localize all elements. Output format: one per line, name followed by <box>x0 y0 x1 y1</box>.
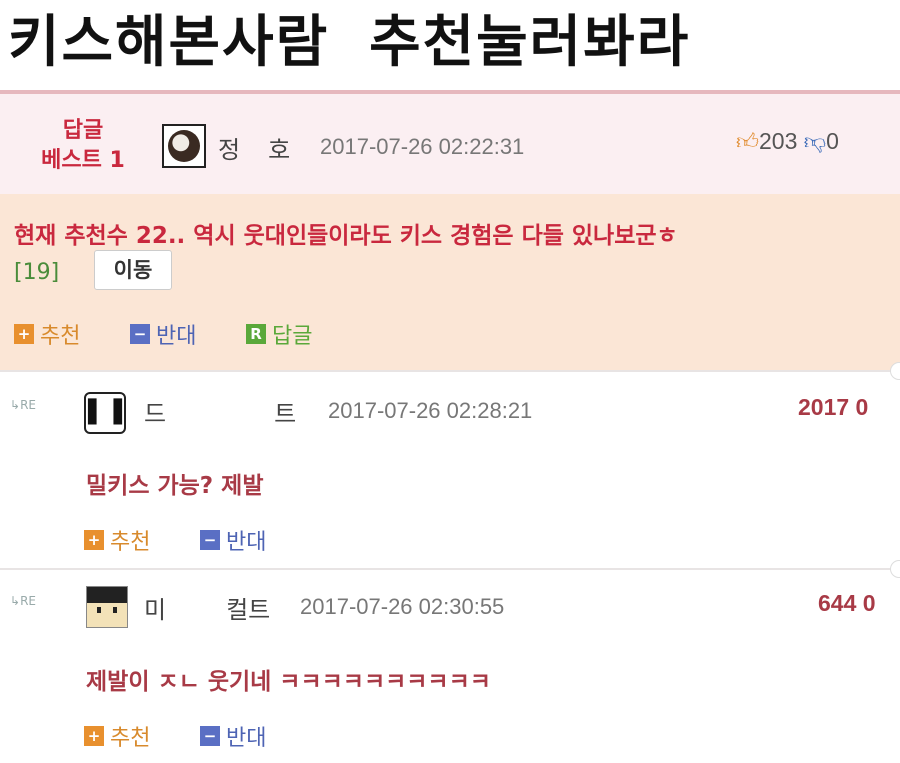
nickname-first: 정 <box>218 136 241 164</box>
re-label: RE <box>20 594 36 608</box>
author-nickname[interactable]: 미 컬트 <box>144 590 270 625</box>
reply-text: 제발이 ㅈㄴ 웃기네 ㅋㅋㅋㅋㅋㅋㅋㅋㅋㅋ <box>86 669 491 695</box>
post-date: 2017-07-26 02:22:31 <box>320 134 525 159</box>
oppose-button[interactable]: − 반대 <box>200 524 266 556</box>
reply-label: 답글 <box>272 324 313 349</box>
recommend-label: 추천 <box>110 726 151 751</box>
avatar-eye <box>113 607 117 613</box>
best-reply-label: 답글 베스트 1 <box>28 116 138 176</box>
upvote-count: 203 <box>759 128 798 154</box>
recommend-button[interactable]: + 추천 <box>14 318 80 350</box>
post-title-right: 추천눌러봐라 <box>369 10 691 75</box>
downvote-count: 0 <box>826 128 839 154</box>
avatar[interactable] <box>86 586 128 628</box>
reply-arrow-icon: ↳RE <box>10 398 36 412</box>
divider <box>0 370 900 372</box>
best-label-line2: 베스트 1 <box>41 148 125 173</box>
plus-icon: + <box>84 530 104 550</box>
avatar-photo <box>168 130 200 162</box>
scroll-handle[interactable] <box>890 560 900 578</box>
best-reply-header: 답글 베스트 1 정호 2017-07-26 02:22:31 👍︎203 👎︎… <box>0 94 900 194</box>
post-date: 2017-07-26 02:30:55 <box>300 594 505 619</box>
minus-icon: − <box>200 530 220 550</box>
reply-arrow-icon: ↳RE <box>10 594 36 608</box>
reply-icon: R <box>246 324 266 344</box>
avatar[interactable] <box>162 124 206 168</box>
vote-counts: 644 0 <box>818 590 876 616</box>
nickname-last: 트 <box>274 400 297 428</box>
nickname-last: 컬트 <box>226 596 271 624</box>
avatar-eye <box>97 607 101 613</box>
oppose-button[interactable]: − 반대 <box>130 318 196 350</box>
avatar-hair <box>87 587 127 603</box>
thumb-down-icon[interactable]: 👎︎ <box>804 129 826 154</box>
avatar[interactable]: ▌▐ <box>84 392 126 434</box>
recommend-button[interactable]: + 추천 <box>84 720 150 752</box>
oppose-label: 반대 <box>226 530 267 555</box>
post-title: 키스해본사람 추천눌러봐라 <box>8 4 690 88</box>
plus-icon: + <box>14 324 34 344</box>
nickname-first: 미 <box>144 596 167 624</box>
best-label-line1: 답글 <box>62 118 104 143</box>
best-reply-text: 현재 추천수 22.. 역시 웃대인들이라도 키스 경험은 다들 있나보군ㅎ <box>14 223 678 249</box>
recommend-label: 추천 <box>40 324 81 349</box>
nickname-first: 드 <box>144 400 167 428</box>
link-number[interactable]: [19] <box>14 260 59 285</box>
divider <box>0 568 900 570</box>
recommend-label: 추천 <box>110 530 151 555</box>
nickname-last: 호 <box>268 136 291 164</box>
vote-counts: 2017 0 <box>798 394 869 420</box>
oppose-label: 반대 <box>226 726 267 751</box>
thumb-up-icon[interactable]: 👍︎ <box>736 129 759 154</box>
reply-button[interactable]: R 답글 <box>246 318 312 350</box>
author-nickname[interactable]: 드트 <box>144 394 296 429</box>
recommend-button[interactable]: + 추천 <box>84 524 150 556</box>
minus-icon: − <box>200 726 220 746</box>
minus-icon: − <box>130 324 150 344</box>
move-button[interactable]: 이동 <box>94 250 172 290</box>
post-date: 2017-07-26 02:28:21 <box>328 398 533 423</box>
oppose-label: 반대 <box>156 324 197 349</box>
reply-text: 밀키스 가능? 제발 <box>86 473 264 499</box>
best-reply-body: 현재 추천수 22.. 역시 웃대인들이라도 키스 경험은 다들 있나보군ㅎ [… <box>0 194 900 370</box>
re-label: RE <box>20 398 36 412</box>
plus-icon: + <box>84 726 104 746</box>
vote-counts: 👍︎203 👎︎0 <box>736 128 839 155</box>
post-title-left: 키스해본사람 <box>8 10 330 75</box>
oppose-button[interactable]: − 반대 <box>200 720 266 752</box>
scroll-handle[interactable] <box>890 362 900 380</box>
author-nickname[interactable]: 정호 <box>218 130 290 165</box>
